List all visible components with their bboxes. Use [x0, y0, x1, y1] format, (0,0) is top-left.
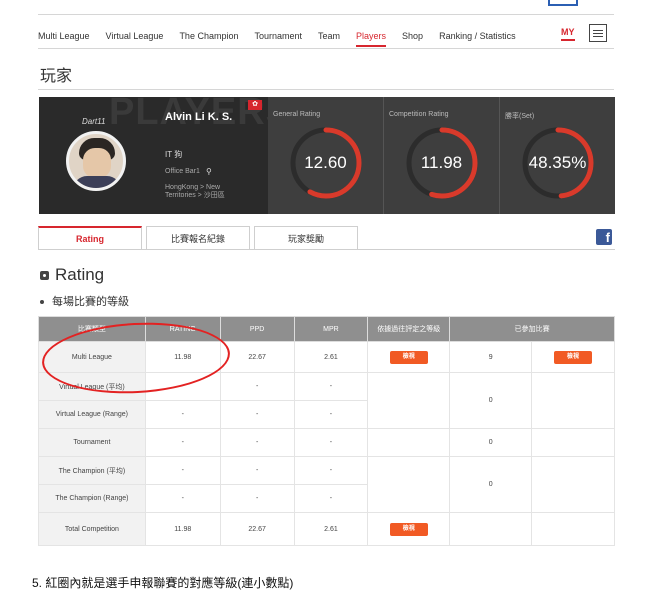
stat-value: 48.35%: [528, 153, 587, 172]
view-button[interactable]: 檢視: [389, 350, 428, 364]
section-title-text: Rating: [55, 265, 105, 284]
nav-multi-league[interactable]: Multi League: [38, 31, 90, 41]
row-level: [367, 372, 451, 429]
row-level: 檢視: [367, 512, 451, 546]
tab-player-awards[interactable]: 玩家獎勵: [254, 226, 358, 250]
avatar: [66, 131, 126, 191]
page-title: 玩家: [40, 68, 73, 85]
row-level: [367, 428, 451, 457]
row-type: The Champion (平均): [38, 456, 146, 485]
corner-mark: [548, 0, 578, 6]
row-ppd: 22.67: [219, 341, 295, 373]
row-joined-view: [531, 456, 615, 513]
stat-label: 勝率(Set): [505, 113, 535, 120]
stats-panel: General Rating 12.60 Competition Rating …: [268, 97, 615, 214]
nav-tournament[interactable]: Tournament: [254, 31, 302, 41]
col-header-mpr: MPR: [293, 316, 369, 342]
nav-team[interactable]: Team: [318, 31, 340, 41]
top-divider: [38, 14, 614, 15]
row-level: [367, 456, 451, 513]
view-button[interactable]: 檢視: [389, 522, 428, 536]
bullet-icon: [40, 300, 44, 305]
row-rating: 11.98: [144, 512, 221, 546]
row-joined-view: [531, 372, 615, 429]
nav-the-champion[interactable]: The Champion: [179, 31, 238, 41]
nav-virtual-league[interactable]: Virtual League: [106, 31, 164, 41]
stat-win-rate: 勝率(Set) 48.35%: [500, 97, 615, 214]
table-row: Total Competition 11.98 22.67 2.61 檢視: [38, 512, 615, 546]
section-subtitle: 每場比賽的等級: [40, 293, 129, 309]
hexagon-icon: [40, 270, 49, 280]
row-mpr: 2.61: [293, 512, 369, 546]
stat-competition-rating: Competition Rating 11.98: [384, 97, 499, 214]
section-title: Rating: [40, 265, 104, 285]
stat-label: General Rating: [273, 111, 321, 118]
hk-flag-icon: ✿: [248, 100, 262, 110]
row-rating: -: [144, 484, 221, 513]
row-ppd: -: [219, 484, 295, 513]
col-header-level: 依據過往評定之等級: [367, 316, 451, 342]
tabs-divider: [38, 249, 615, 250]
nav-shop[interactable]: Shop: [402, 31, 423, 41]
row-mpr: 2.61: [293, 341, 369, 373]
row-rating: -: [144, 456, 221, 485]
stat-value: 11.98: [420, 153, 463, 172]
row-joined-view: [531, 428, 615, 457]
row-ppd: 22.67: [219, 512, 295, 546]
nav-my[interactable]: MY: [561, 27, 575, 41]
row-count: [449, 512, 533, 546]
col-header-ppd: PPD: [219, 316, 295, 342]
nav-divider: [38, 48, 614, 49]
row-count: 0: [449, 372, 533, 429]
player-banner: PLAYERS Dart11 ✿ Alvin Li K. S. IT 狗 Off…: [39, 97, 268, 214]
profile-tabs: Rating 比賽報名紀錄 玩家獎勵: [38, 226, 362, 250]
region: HongKong > New Territories > 沙田區: [165, 184, 225, 199]
row-level: 檢視: [367, 341, 451, 373]
table-row: The Champion (平均) - - - 0: [38, 456, 615, 513]
row-ppd: -: [219, 400, 295, 429]
nav-players[interactable]: Players: [356, 31, 387, 47]
nav-ranking-statistics[interactable]: Ranking / Statistics: [439, 31, 516, 41]
stat-general-rating: General Rating 12.60: [268, 97, 383, 214]
row-mpr: -: [293, 428, 369, 457]
main-nav: Multi League Virtual League The Champion…: [38, 24, 614, 48]
menu-icon[interactable]: [589, 24, 607, 42]
row-rating: -: [144, 428, 221, 457]
team-name[interactable]: IT 狗: [165, 149, 182, 160]
row-mpr: -: [293, 372, 369, 401]
player-name: Alvin Li K. S.: [165, 111, 233, 123]
row-count: 9: [449, 341, 533, 373]
view-button[interactable]: 檢視: [554, 350, 593, 364]
table-row: Tournament - - - 0: [38, 428, 615, 457]
row-mpr: -: [293, 456, 369, 485]
tab-rating[interactable]: Rating: [38, 226, 142, 250]
col-header-joined: 已參加比賽: [449, 316, 615, 342]
row-type: The Champion (Range): [38, 484, 146, 513]
row-rating: -: [144, 400, 221, 429]
row-joined-view: [531, 512, 615, 546]
row-count: 0: [449, 456, 533, 513]
facebook-icon[interactable]: f: [596, 229, 612, 245]
row-type: Total Competition: [38, 512, 146, 546]
subtitle-text: 每場比賽的等級: [52, 296, 129, 308]
tab-match-registration[interactable]: 比賽報名紀錄: [146, 226, 250, 250]
location-pin-icon[interactable]: ⚲: [206, 167, 212, 176]
stat-label: Competition Rating: [389, 111, 449, 118]
row-count: 0: [449, 428, 533, 457]
footnote: 5. 紅圈內就是選手申報聯賽的對應等級(連小數點): [32, 576, 294, 590]
title-divider: [38, 89, 614, 90]
row-ppd: -: [219, 372, 295, 401]
row-ppd: -: [219, 428, 295, 457]
stat-value: 12.60: [304, 153, 347, 172]
row-mpr: -: [293, 400, 369, 429]
row-type: Virtual League (Range): [38, 400, 146, 429]
row-type: Tournament: [38, 428, 146, 457]
row-joined-view: 檢視: [531, 341, 615, 373]
dart11-logo: Dart11: [82, 117, 106, 126]
venue-name[interactable]: Office Bar1: [165, 168, 200, 175]
row-mpr: -: [293, 484, 369, 513]
row-ppd: -: [219, 456, 295, 485]
